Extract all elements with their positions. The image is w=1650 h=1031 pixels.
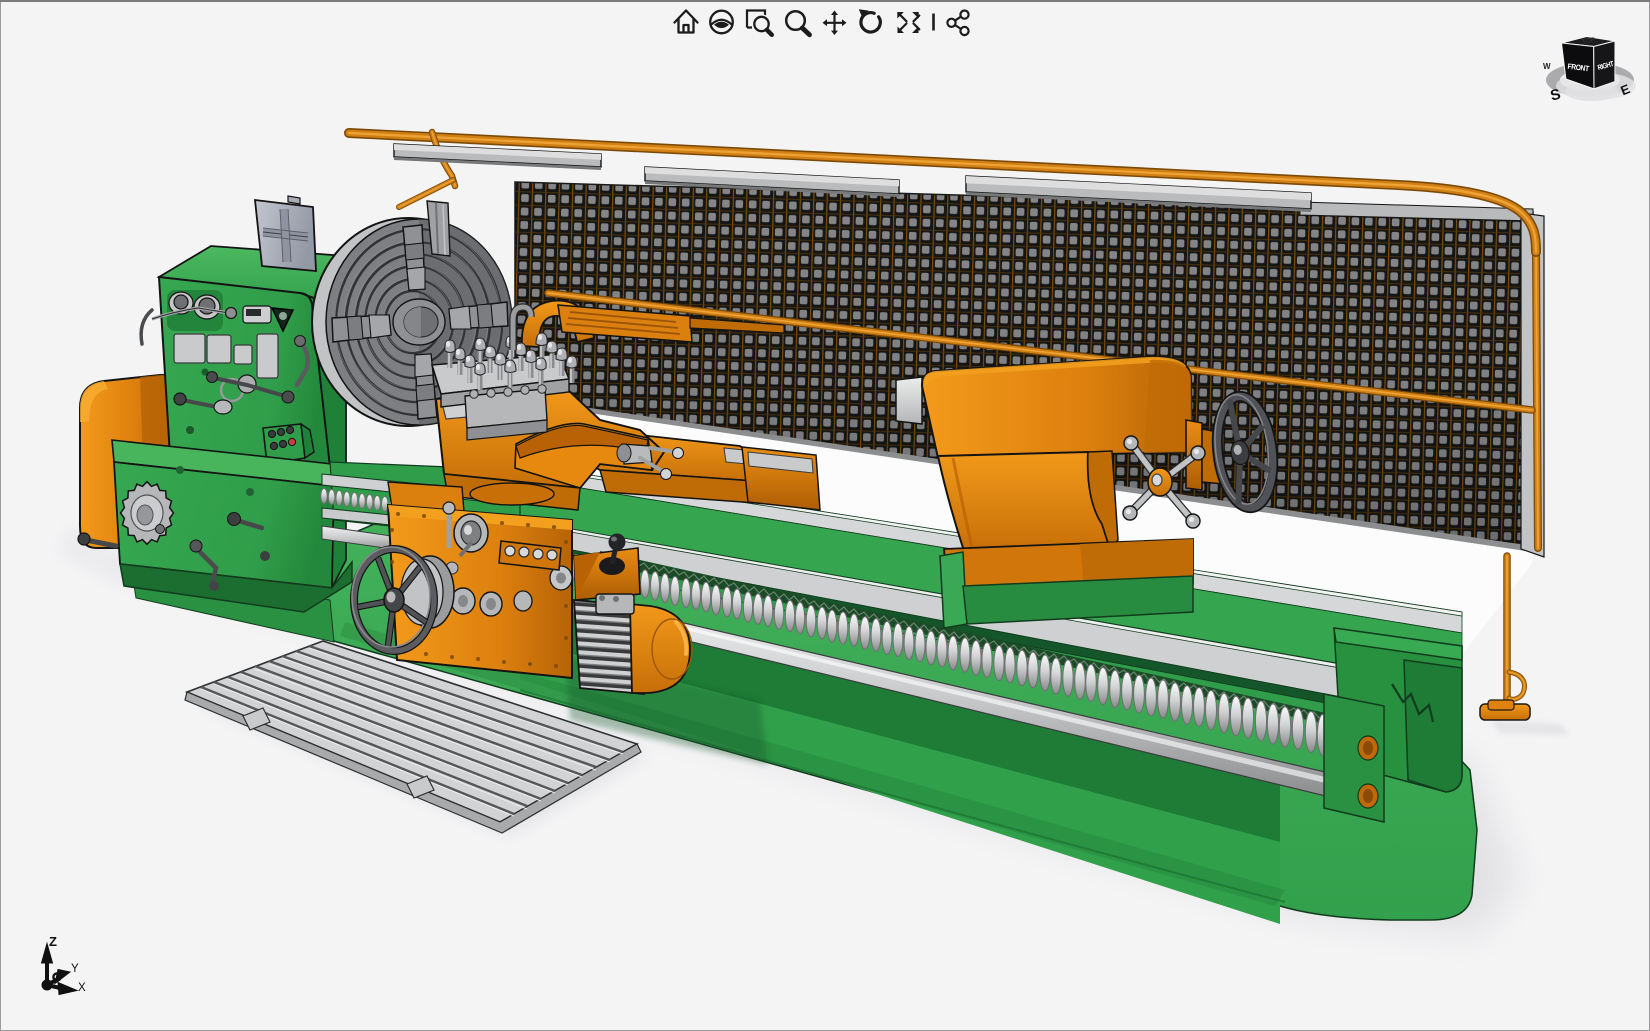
svg-text:Y: Y bbox=[71, 963, 79, 975]
svg-text:W: W bbox=[1543, 62, 1551, 71]
svg-text:Z: Z bbox=[49, 934, 57, 949]
svg-text:X: X bbox=[78, 982, 86, 994]
